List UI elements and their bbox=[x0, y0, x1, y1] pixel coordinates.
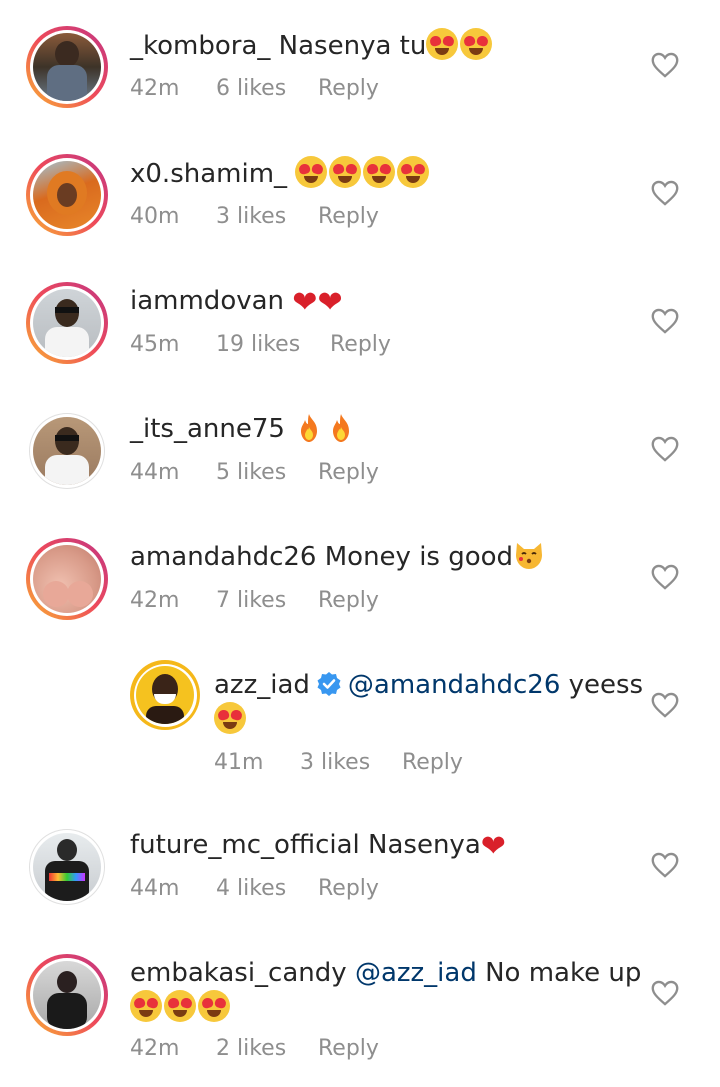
heart-outline-icon[interactable] bbox=[651, 436, 679, 462]
reply-button[interactable]: Reply bbox=[330, 332, 391, 357]
comment-line: iammdovan ❤❤ bbox=[130, 284, 343, 320]
avatar[interactable] bbox=[26, 26, 108, 108]
heart-eyes-emoji-icon bbox=[363, 156, 396, 188]
comment-likes[interactable]: 7 likes bbox=[216, 588, 318, 613]
comment-line: _its_anne75 bbox=[130, 412, 357, 446]
comment-line: amandahdc26 Money is good bbox=[130, 540, 545, 574]
comment-meta: 41m 3 likes Reply bbox=[214, 750, 463, 775]
reply-button[interactable]: Reply bbox=[318, 1036, 379, 1061]
comment-text: Nasenya bbox=[368, 830, 481, 860]
fire-icon bbox=[297, 413, 321, 443]
heart-eyes-emoji-icon bbox=[397, 156, 430, 188]
comment-time: 41m bbox=[214, 750, 264, 775]
comment-meta: 45m 19 likes Reply bbox=[130, 332, 391, 357]
comment-time: 42m bbox=[130, 1036, 180, 1061]
heart-outline-icon[interactable] bbox=[651, 564, 679, 590]
reply-button[interactable]: Reply bbox=[402, 750, 463, 775]
comment-item: future_mc_official Nasenya❤ 44m 4 likes Re… bbox=[0, 800, 720, 928]
comment-meta: 42m 2 likes Reply bbox=[130, 1036, 379, 1061]
comment-time: 45m bbox=[130, 332, 180, 357]
comment-username[interactable]: future_mc_official bbox=[130, 830, 360, 860]
comment-likes[interactable]: 6 likes bbox=[216, 76, 318, 101]
heart-outline-icon[interactable] bbox=[651, 180, 679, 206]
comment-time: 44m bbox=[130, 460, 180, 485]
comment-line-2 bbox=[214, 702, 248, 737]
avatar[interactable] bbox=[26, 538, 108, 620]
comment-time: 44m bbox=[130, 876, 180, 901]
comment-username[interactable]: embakasi_candy bbox=[130, 958, 347, 988]
verified-badge-icon bbox=[316, 671, 342, 697]
comment-line: x0.shamim_ bbox=[130, 156, 431, 191]
avatar[interactable] bbox=[29, 413, 105, 489]
comment-line: embakasi_candy @azz_iad No make up bbox=[130, 956, 641, 990]
comment-text: Money is good bbox=[324, 542, 514, 572]
heart-eyes-emoji-icon bbox=[329, 156, 362, 188]
heart-eyes-emoji-icon bbox=[198, 990, 230, 1022]
comment-line-2 bbox=[130, 990, 232, 1025]
comment-item: iammdovan ❤❤ 45m 19 likes Reply bbox=[0, 256, 720, 384]
red-heart-icon: ❤ bbox=[292, 285, 318, 320]
fire-icon bbox=[329, 413, 353, 443]
comment-item: embakasi_candy @azz_iad No make up 42m 2 … bbox=[0, 928, 720, 1087]
comment-item: _kombora_ Nasenya tu 42m 6 likes Reply bbox=[0, 0, 720, 128]
comment-username[interactable]: iammdovan bbox=[130, 286, 284, 316]
comment-item: amandahdc26 Money is good 42m 7 likes Repl… bbox=[0, 512, 720, 640]
mention-link[interactable]: @amandahdc26 bbox=[348, 670, 560, 700]
comment-likes[interactable]: 3 likes bbox=[216, 204, 318, 229]
reply-button[interactable]: Reply bbox=[318, 204, 379, 229]
reply-comment-item: azz_iad @amandahdc26 yeess 41m 3 likes Repl… bbox=[0, 640, 720, 800]
comment-likes[interactable]: 5 likes bbox=[216, 460, 318, 485]
red-heart-icon: ❤ bbox=[480, 829, 506, 864]
reply-button[interactable]: Reply bbox=[318, 460, 379, 485]
avatar[interactable] bbox=[29, 829, 105, 905]
heart-eyes-emoji-icon bbox=[164, 990, 196, 1022]
comment-meta: 44m 4 likes Reply bbox=[130, 876, 379, 901]
comment-item: x0.shamim_ 40m 3 likes Reply bbox=[0, 128, 720, 256]
heart-outline-icon[interactable] bbox=[651, 52, 679, 78]
comment-meta: 42m 7 likes Reply bbox=[130, 588, 379, 613]
heart-eyes-emoji-icon bbox=[460, 28, 493, 60]
heart-outline-icon[interactable] bbox=[651, 980, 679, 1006]
comment-time: 42m bbox=[130, 76, 180, 101]
comment-time: 40m bbox=[130, 204, 180, 229]
reply-button[interactable]: Reply bbox=[318, 876, 379, 901]
comment-line: future_mc_official Nasenya❤ bbox=[130, 828, 506, 864]
comment-username[interactable]: amandahdc26 bbox=[130, 542, 316, 572]
reply-button[interactable]: Reply bbox=[318, 76, 379, 101]
comment-username[interactable]: _kombora_ bbox=[130, 31, 270, 61]
comment-username[interactable]: _its_anne75 bbox=[130, 414, 285, 444]
comment-text: yeess bbox=[568, 670, 644, 700]
comment-text: Nasenya tu bbox=[278, 31, 427, 61]
kissing-cat-emoji-icon bbox=[513, 541, 545, 571]
comment-line: _kombora_ Nasenya tu bbox=[130, 28, 494, 63]
avatar[interactable] bbox=[130, 660, 200, 730]
heart-outline-icon[interactable] bbox=[651, 692, 679, 718]
comment-likes[interactable]: 19 likes bbox=[216, 332, 330, 357]
comment-time: 42m bbox=[130, 588, 180, 613]
comment-meta: 40m 3 likes Reply bbox=[130, 204, 379, 229]
mention-link[interactable]: @azz_iad bbox=[355, 958, 477, 988]
comment-username[interactable]: x0.shamim_ bbox=[130, 159, 287, 189]
heart-eyes-emoji-icon bbox=[426, 28, 459, 60]
red-heart-icon: ❤ bbox=[317, 285, 343, 320]
avatar[interactable] bbox=[26, 954, 108, 1036]
comment-meta: 42m 6 likes Reply bbox=[130, 76, 379, 101]
comment-line: azz_iad @amandahdc26 yeess bbox=[214, 668, 643, 702]
comment-likes[interactable]: 3 likes bbox=[300, 750, 402, 775]
heart-eyes-emoji-icon bbox=[214, 702, 246, 734]
avatar[interactable] bbox=[26, 282, 108, 364]
comment-text: No make up bbox=[485, 958, 642, 988]
comment-likes[interactable]: 4 likes bbox=[216, 876, 318, 901]
heart-eyes-emoji-icon bbox=[130, 990, 162, 1022]
comment-item: _its_anne75 44m 5 likes Reply bbox=[0, 384, 720, 512]
heart-eyes-emoji-icon bbox=[295, 156, 328, 188]
comment-username[interactable]: azz_iad bbox=[214, 670, 310, 700]
heart-outline-icon[interactable] bbox=[651, 852, 679, 878]
comment-likes[interactable]: 2 likes bbox=[216, 1036, 318, 1061]
avatar[interactable] bbox=[26, 154, 108, 236]
comment-meta: 44m 5 likes Reply bbox=[130, 460, 379, 485]
reply-button[interactable]: Reply bbox=[318, 588, 379, 613]
heart-outline-icon[interactable] bbox=[651, 308, 679, 334]
